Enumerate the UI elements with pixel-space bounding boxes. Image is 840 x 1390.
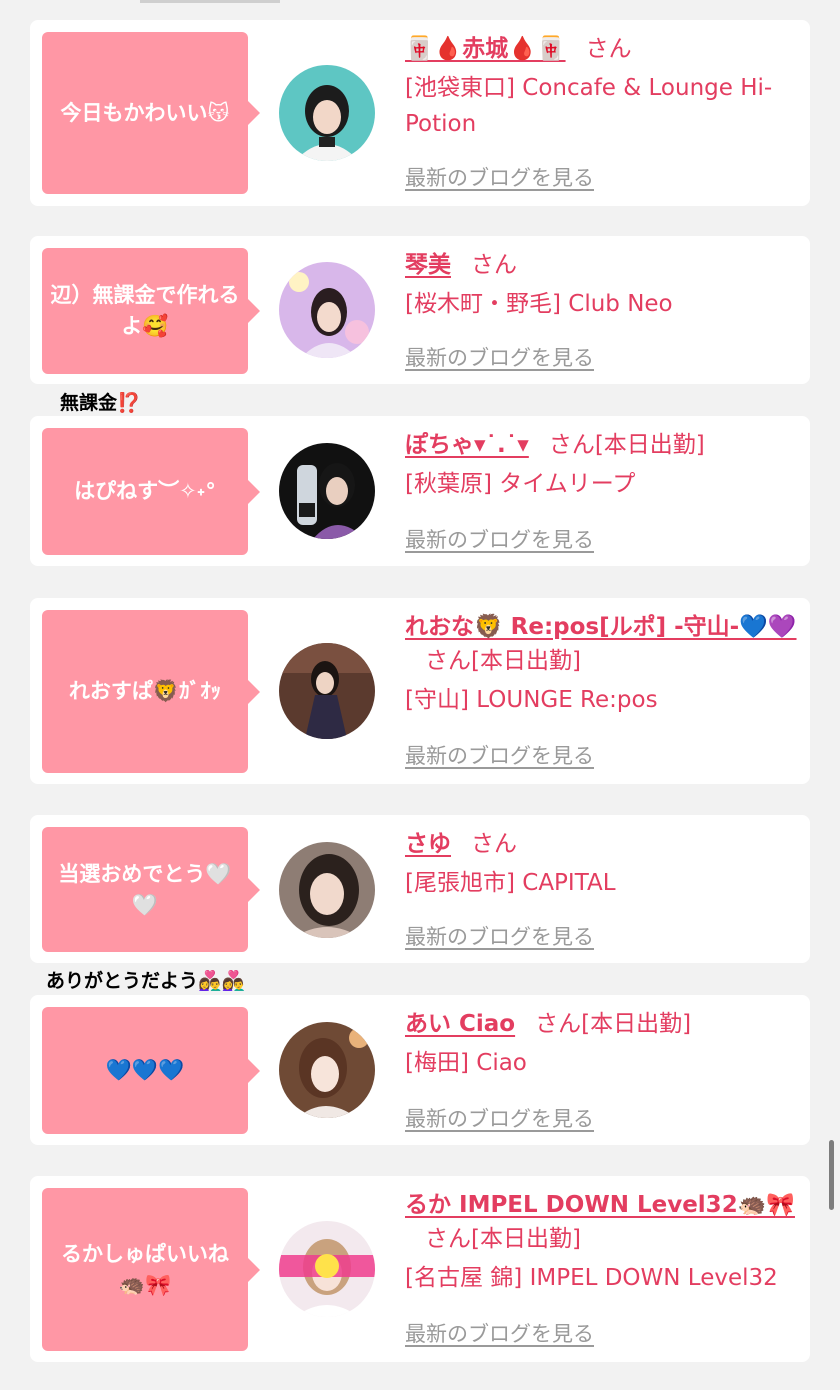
comment-bubble: 辺）無課金で作れるよ🥰: [42, 248, 260, 374]
name-line: 琴美 さん: [405, 248, 800, 282]
cast-name-link[interactable]: さゆ: [405, 831, 451, 857]
blog-card: れおすぱ🦁ｶﾞｵｯ れおな🦁 Re:pos[ルポ] -守山-💙💜 さん[本日出勤]…: [30, 598, 810, 784]
avatar-photo-icon: [279, 643, 375, 739]
latest-blog-link[interactable]: 最新のブログを見る: [405, 342, 594, 372]
comment-bubble: はぴねす︶✧˖°: [42, 428, 260, 555]
latest-blog-link[interactable]: 最新のブログを見る: [405, 1318, 594, 1348]
comment-caption: 無課金⁉️: [60, 392, 141, 414]
name-suffix: さん: [471, 831, 517, 857]
name-suffix: さん: [585, 36, 632, 62]
latest-blog-link[interactable]: 最新のブログを見る: [405, 524, 594, 554]
name-line: るか IMPEL DOWN Level32🦔🎀 さん[本日出勤]: [405, 1188, 800, 1256]
avatar[interactable]: [279, 1221, 375, 1317]
comment-bubble: 今日もかわいい😽: [42, 32, 260, 194]
cast-name-link[interactable]: るか IMPEL DOWN Level32🦔🎀: [405, 1192, 795, 1218]
name-suffix: さん[本日出勤]: [535, 1011, 692, 1037]
blog-card: るかしゅぱいいね🦔🎀 るか IMPEL DOWN Level32🦔🎀 さん[本日出…: [30, 1176, 810, 1362]
card-info: れおな🦁 Re:pos[ルポ] -守山-💙💜 さん[本日出勤] [守山] LOUN…: [405, 610, 800, 718]
latest-blog-link[interactable]: 最新のブログを見る: [405, 1103, 594, 1133]
shop-name: [池袋東口] Concafe & Lounge Hi-Potion: [405, 75, 773, 137]
latest-blog-link[interactable]: 最新のブログを見る: [405, 162, 594, 192]
avatar-photo-icon: [279, 262, 375, 358]
blog-card: 💙💙💙 あい Ciao さん[本日出勤] [梅田] Ciao 最新のブログを見る: [30, 995, 810, 1145]
top-divider: [140, 0, 280, 3]
cast-name-link[interactable]: れおな🦁 Re:pos[ルポ] -守山-💙💜: [405, 614, 797, 640]
blog-card: 辺）無課金で作れるよ🥰 琴美 さん [桜木町・野毛] Club Neo 最新のブロ…: [30, 236, 810, 384]
avatar[interactable]: [279, 65, 375, 161]
blog-card: 当選おめでとう🤍🤍 さゆ さん [尾張旭市] CAPITAL 最新のブログを見る: [30, 815, 810, 963]
blog-card: はぴねす︶✧˖° ぽちゃ▾˙.˙▾ さん[本日出勤] [秋葉原] タイムリープ 最…: [30, 416, 810, 566]
cast-name-link[interactable]: ぽちゃ▾˙.˙▾: [405, 432, 529, 458]
shop-name: [尾張旭市] CAPITAL: [405, 870, 616, 896]
shop-name: [秋葉原] タイムリープ: [405, 471, 636, 497]
shop-name: [守山] LOUNGE Re:pos: [405, 687, 658, 713]
comment-bubble: るかしゅぱいいね🦔🎀: [42, 1188, 260, 1351]
card-info: るか IMPEL DOWN Level32🦔🎀 さん[本日出勤] [名古屋 錦] …: [405, 1188, 800, 1296]
scrollbar[interactable]: [829, 1140, 834, 1210]
name-suffix: さん: [471, 252, 517, 278]
card-info: あい Ciao さん[本日出勤] [梅田] Ciao: [405, 1007, 800, 1081]
avatar[interactable]: [279, 842, 375, 938]
cast-name-link[interactable]: 琴美: [405, 252, 451, 278]
name-line: あい Ciao さん[本日出勤]: [405, 1007, 800, 1041]
avatar[interactable]: [279, 1022, 375, 1118]
cast-name-link[interactable]: 🀄️🩸赤城🩸🀄️: [405, 36, 566, 62]
avatar[interactable]: [279, 643, 375, 739]
name-line: 🀄️🩸赤城🩸🀄️ さん: [405, 32, 800, 66]
comment-bubble: れおすぱ🦁ｶﾞｵｯ: [42, 610, 260, 773]
avatar[interactable]: [279, 262, 375, 358]
avatar-photo-icon: [279, 443, 375, 539]
comment-bubble: 当選おめでとう🤍🤍: [42, 827, 260, 952]
shop-name: [名古屋 錦] IMPEL DOWN Level32: [405, 1265, 778, 1291]
card-info: ぽちゃ▾˙.˙▾ さん[本日出勤] [秋葉原] タイムリープ: [405, 428, 800, 502]
cast-name-link[interactable]: あい Ciao: [405, 1011, 515, 1037]
latest-blog-link[interactable]: 最新のブログを見る: [405, 921, 594, 951]
comment-caption: ありがとうだよう👩‍❤️‍👨👩‍❤️‍👨: [46, 970, 246, 992]
name-line: さゆ さん: [405, 827, 800, 861]
avatar-photo-icon: [279, 842, 375, 938]
comment-bubble: 💙💙💙: [42, 1007, 260, 1134]
card-info: 🀄️🩸赤城🩸🀄️ さん [池袋東口] Concafe & Lounge Hi-Po…: [405, 32, 800, 142]
avatar-photo-icon: [279, 1022, 375, 1118]
shop-name: [梅田] Ciao: [405, 1050, 527, 1076]
avatar[interactable]: [279, 443, 375, 539]
avatar-photo-icon: [279, 65, 375, 161]
name-suffix: さん[本日出勤]: [425, 1226, 581, 1252]
name-suffix: さん[本日出勤]: [425, 648, 581, 674]
avatar-photo-icon: [279, 1221, 375, 1317]
shop-name: [桜木町・野毛] Club Neo: [405, 291, 673, 317]
name-line: れおな🦁 Re:pos[ルポ] -守山-💙💜 さん[本日出勤]: [405, 610, 800, 678]
name-line: ぽちゃ▾˙.˙▾ さん[本日出勤]: [405, 428, 800, 462]
card-info: さゆ さん [尾張旭市] CAPITAL: [405, 827, 800, 901]
blog-card: 今日もかわいい😽 🀄️🩸赤城🩸🀄️ さん [池袋東口] Concafe & Lou…: [30, 20, 810, 206]
latest-blog-link[interactable]: 最新のブログを見る: [405, 740, 594, 770]
name-suffix: さん[本日出勤]: [548, 432, 705, 458]
card-info: 琴美 さん [桜木町・野毛] Club Neo: [405, 248, 800, 322]
